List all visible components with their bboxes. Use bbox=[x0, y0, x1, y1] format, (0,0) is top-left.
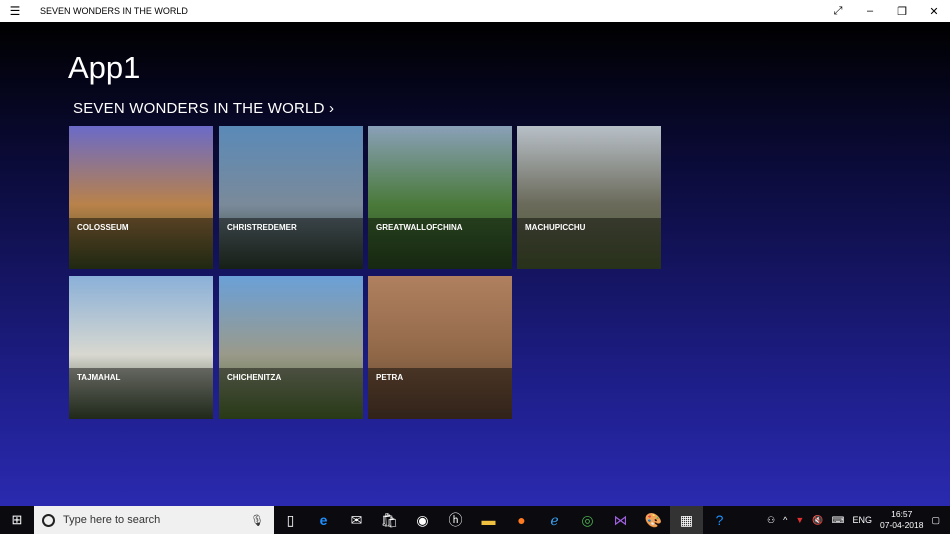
tile-label: CHRISTREDEMER bbox=[219, 218, 363, 269]
mcafee-icon[interactable]: ▼ bbox=[795, 515, 804, 525]
taskbar: ⊞ Type here to search 🎙 ▯ e ✉ 🛍 ◉ ⓗ ▬ ● … bbox=[0, 506, 950, 534]
search-placeholder: Type here to search bbox=[63, 514, 161, 526]
paint-icon[interactable]: 🎨 bbox=[637, 506, 670, 534]
wonder-tile-tajmahal[interactable]: TAJMAHAL bbox=[69, 276, 213, 419]
help-icon[interactable]: ? bbox=[703, 506, 736, 534]
hamburger-icon[interactable]: ☰ bbox=[0, 4, 30, 18]
tile-label: PETRA bbox=[368, 368, 512, 419]
firefox-icon[interactable]: ● bbox=[505, 506, 538, 534]
app-content: App1 SEVEN WONDERS IN THE WORLD › COLOSS… bbox=[0, 22, 950, 506]
edge-icon[interactable]: e bbox=[307, 506, 340, 534]
task-view-icon[interactable]: ▯ bbox=[274, 506, 307, 534]
people-icon[interactable]: ⚇ bbox=[767, 515, 775, 526]
clock[interactable]: 16:57 07-04-2018 bbox=[880, 509, 923, 531]
microphone-icon[interactable]: 🎙 bbox=[250, 514, 264, 527]
date: 07-04-2018 bbox=[880, 520, 924, 530]
internet-explorer-icon[interactable]: ℯ bbox=[538, 506, 571, 534]
window-title: SEVEN WONDERS IN THE WORLD bbox=[40, 6, 188, 16]
restore-button[interactable]: ❐ bbox=[886, 5, 918, 18]
wonder-tile-greatwallofchina[interactable]: GREATWALLOFCHINA bbox=[368, 126, 512, 269]
page-title: App1 bbox=[68, 50, 141, 85]
tile-label: COLOSSEUM bbox=[69, 218, 213, 269]
visual-studio-icon[interactable]: ⋈ bbox=[604, 506, 637, 534]
wonder-tile-petra[interactable]: PETRA bbox=[368, 276, 512, 419]
keyboard-icon[interactable]: ⌨ bbox=[831, 515, 844, 526]
webcam-icon[interactable]: ◉ bbox=[406, 506, 439, 534]
tile-label: GREATWALLOFCHINA bbox=[368, 218, 512, 269]
minimize-button[interactable]: – bbox=[854, 5, 886, 18]
title-bar: ☰ SEVEN WONDERS IN THE WORLD ⤢ – ❐ ✕ bbox=[0, 0, 950, 22]
store-icon[interactable]: 🛍 bbox=[373, 506, 406, 534]
wonder-tile-chichenitza[interactable]: CHICHENITZA bbox=[219, 276, 363, 419]
wonder-tile-machupicchu[interactable]: MACHUPICCHU bbox=[517, 126, 661, 269]
section-header-link[interactable]: SEVEN WONDERS IN THE WORLD › bbox=[73, 100, 334, 117]
hp-icon[interactable]: ⓗ bbox=[439, 506, 472, 534]
windows-start-icon[interactable]: ⊞ bbox=[0, 512, 34, 528]
time: 16:57 bbox=[891, 509, 913, 519]
expand-icon[interactable]: ⤢ bbox=[822, 5, 854, 18]
app1-taskbar-icon[interactable]: ▦ bbox=[670, 506, 703, 534]
file-explorer-icon[interactable]: ▬ bbox=[472, 506, 505, 534]
taskbar-search[interactable]: Type here to search 🎙 bbox=[34, 506, 274, 534]
close-button[interactable]: ✕ bbox=[918, 5, 950, 18]
cortana-icon bbox=[42, 513, 55, 527]
wonder-tile-christredemer[interactable]: CHRISTREDEMER bbox=[219, 126, 363, 269]
tile-label: CHICHENITZA bbox=[219, 368, 363, 419]
tile-label: TAJMAHAL bbox=[69, 368, 213, 419]
language-indicator[interactable]: ENG bbox=[852, 515, 872, 525]
tile-label: MACHUPICCHU bbox=[517, 218, 661, 269]
action-center-icon[interactable]: ▢ bbox=[931, 515, 940, 526]
mail-icon[interactable]: ✉ bbox=[340, 506, 373, 534]
chrome-icon[interactable]: ◎ bbox=[571, 506, 604, 534]
volume-muted-icon[interactable]: 🔇 bbox=[812, 515, 823, 526]
show-hidden-icons[interactable]: ^ bbox=[783, 515, 787, 525]
wonder-tile-colosseum[interactable]: COLOSSEUM bbox=[69, 126, 213, 269]
